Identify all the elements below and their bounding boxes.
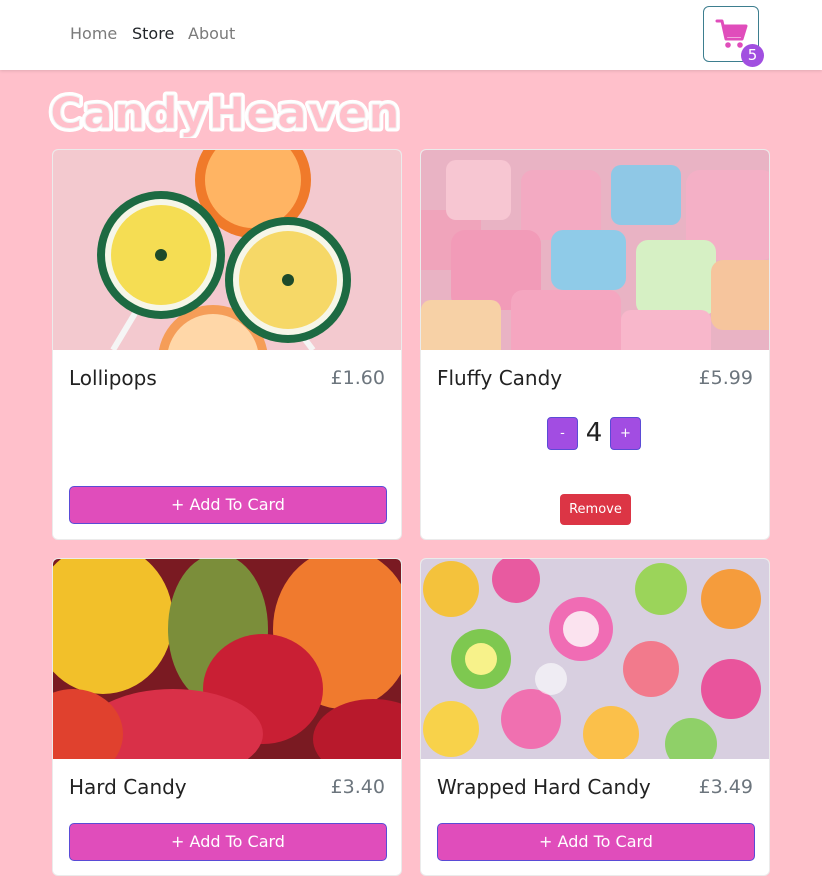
top-navbar: Home Store About 5 — [0, 0, 822, 70]
cart-count-badge: 5 — [741, 44, 764, 67]
product-price: £5.99 — [698, 367, 753, 389]
nav-link-store[interactable]: Store — [132, 24, 174, 44]
product-price: £1.60 — [330, 367, 385, 389]
wrapped-hard-candy-image — [421, 559, 769, 759]
product-card-fluffy-candy: Fluffy Candy £5.99 - 4 + Remove — [420, 149, 770, 540]
lollipops-image — [53, 150, 401, 350]
quantity-value: 4 — [585, 418, 603, 448]
product-price: £3.49 — [698, 776, 753, 798]
nav-link-home[interactable]: Home — [70, 24, 117, 44]
product-name: Wrapped Hard Candy — [437, 775, 651, 799]
product-name: Lollipops — [69, 366, 157, 390]
hard-candy-image — [53, 559, 401, 759]
logo-text: CandyHeaven — [50, 88, 401, 138]
increase-quantity-button[interactable]: + — [610, 417, 641, 450]
product-name: Fluffy Candy — [437, 366, 563, 390]
nav-link-about[interactable]: About — [188, 24, 235, 44]
decrease-quantity-button[interactable]: - — [547, 417, 578, 450]
brand-logo: CandyHeaven CandyHeaven — [46, 85, 414, 143]
product-price: £3.40 — [330, 776, 385, 798]
product-card-lollipops: Lollipops £1.60 + Add To Card — [52, 149, 402, 540]
add-to-cart-button[interactable]: + Add To Card — [437, 823, 755, 861]
product-card-wrapped-hard-candy: Wrapped Hard Candy £3.49 + Add To Card — [420, 558, 770, 876]
product-card-hard-candy: Hard Candy £3.40 + Add To Card — [52, 558, 402, 876]
fluffy-candy-image — [421, 150, 769, 350]
add-to-cart-button[interactable]: + Add To Card — [69, 486, 387, 524]
product-name: Hard Candy — [69, 775, 187, 799]
remove-button[interactable]: Remove — [560, 494, 631, 525]
add-to-cart-button[interactable]: + Add To Card — [69, 823, 387, 861]
